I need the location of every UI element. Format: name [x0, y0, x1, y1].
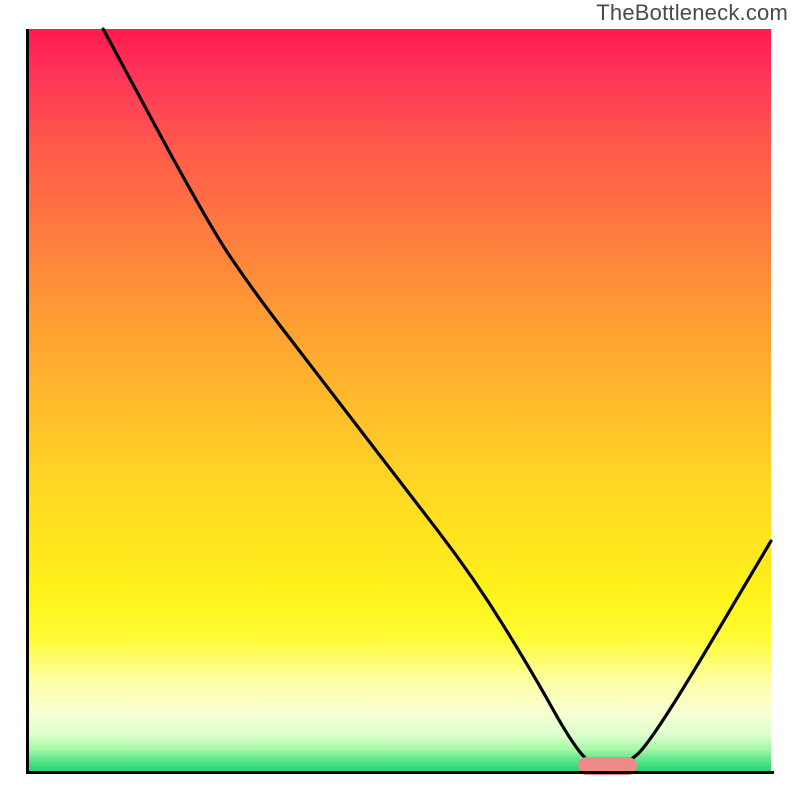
plot-area	[29, 29, 771, 771]
x-axis	[26, 771, 774, 774]
chart-container: TheBottleneck.com	[0, 0, 800, 800]
bottleneck-curve	[29, 29, 771, 771]
y-axis	[26, 29, 29, 771]
watermark-text: TheBottleneck.com	[596, 0, 788, 26]
curve-path	[103, 29, 771, 767]
